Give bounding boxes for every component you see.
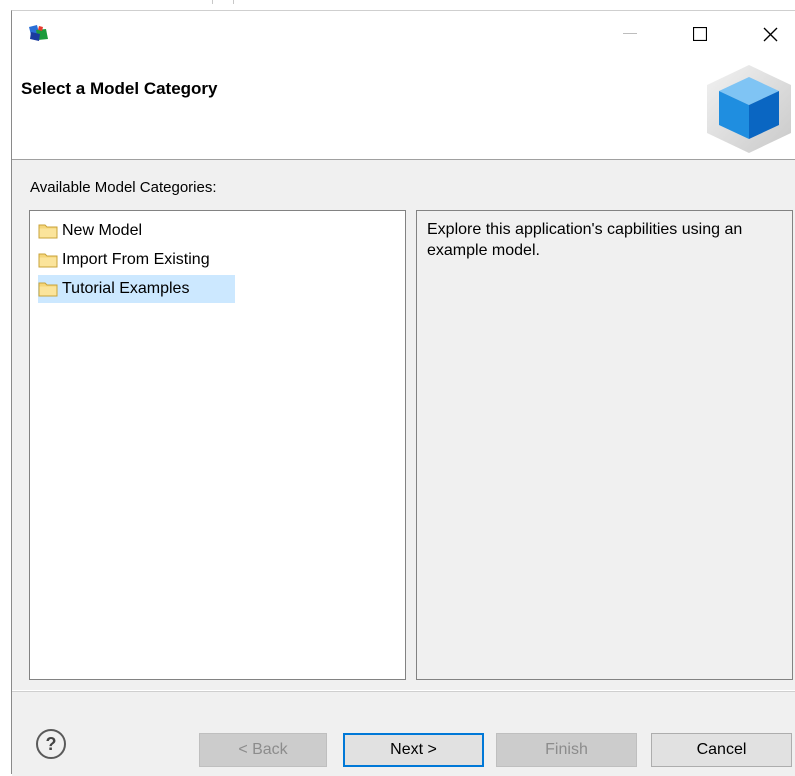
app-logo-icon	[29, 25, 48, 41]
page-title: Select a Model Category	[21, 79, 218, 98]
title-bar	[12, 11, 795, 57]
button-bar: ? < Back Next > Finish Cancel	[12, 691, 795, 776]
description-panel: Explore this application's capbilities u…	[416, 210, 793, 680]
help-icon: ?	[45, 733, 57, 754]
folder-icon	[38, 282, 58, 297]
background-edge	[212, 0, 234, 4]
wizard-dialog: Select a Model Category Available Model …	[11, 10, 795, 776]
close-icon	[763, 27, 777, 41]
help-button[interactable]: ?	[36, 729, 66, 759]
maximize-button[interactable]	[675, 11, 725, 57]
folder-icon	[38, 224, 58, 239]
maximize-icon	[693, 27, 707, 41]
folder-icon	[38, 253, 58, 268]
cube-icon	[707, 65, 791, 153]
close-button[interactable]	[745, 11, 795, 57]
wizard-body: Available Model Categories: New Model Im…	[12, 160, 795, 690]
list-item-label: Import From Existing	[62, 251, 210, 268]
section-label: Available Model Categories:	[30, 179, 217, 196]
description-text: Explore this application's capbilities u…	[427, 221, 743, 259]
next-button[interactable]: Next >	[343, 733, 484, 767]
back-button[interactable]: < Back	[199, 733, 327, 767]
list-item-tutorial-examples[interactable]: Tutorial Examples	[38, 275, 235, 303]
cancel-button[interactable]: Cancel	[651, 733, 792, 767]
wizard-header: Select a Model Category	[12, 57, 795, 160]
list-item-label: Tutorial Examples	[62, 280, 190, 297]
minimize-icon	[623, 33, 637, 34]
list-item-import-from-existing[interactable]: Import From Existing	[38, 246, 214, 274]
category-list[interactable]: New Model Import From Existing Tutorial …	[29, 210, 406, 680]
minimize-button[interactable]	[605, 11, 655, 57]
list-item-label: New Model	[62, 222, 143, 239]
finish-button[interactable]: Finish	[496, 733, 637, 767]
list-item-new-model[interactable]: New Model	[38, 217, 146, 245]
